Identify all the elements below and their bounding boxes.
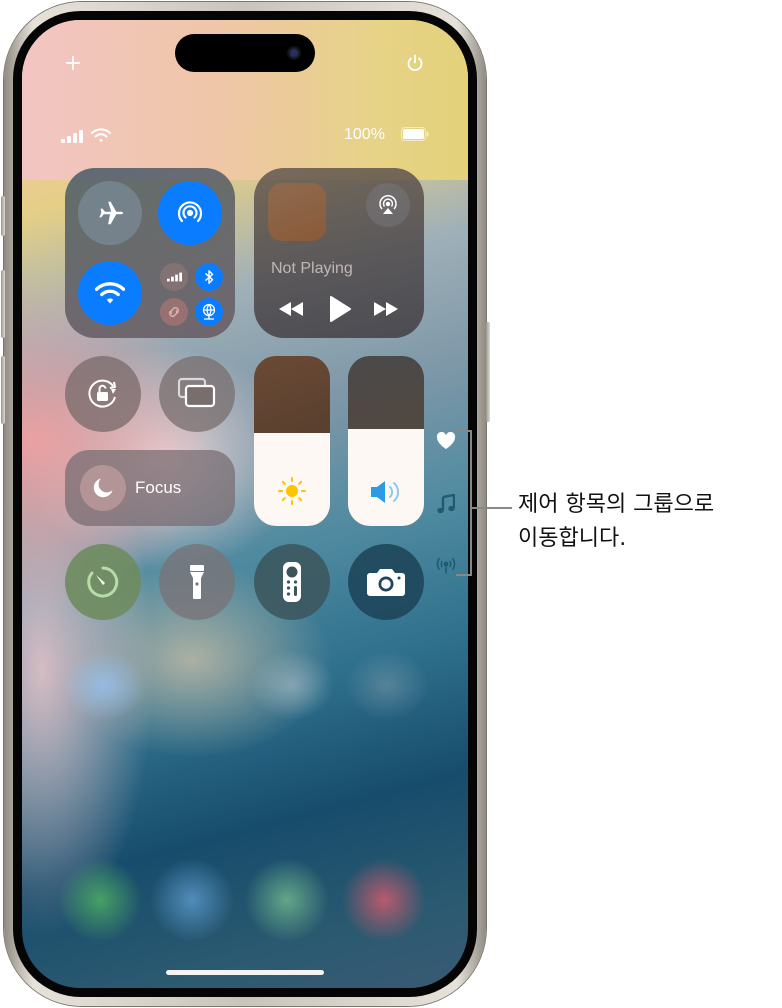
action-button (1, 196, 5, 236)
callout-bracket (456, 430, 472, 576)
rotation-lock-icon (88, 379, 116, 408)
volume-down-button (1, 356, 5, 424)
focus-label: Focus (135, 478, 182, 497)
volume-up-button (1, 270, 5, 338)
rewind-icon (279, 302, 303, 316)
play-button[interactable] (329, 296, 351, 327)
callout-line-1: 제어 항목의 그룹으로 (518, 492, 715, 517)
wifi-icon (95, 282, 125, 304)
airplay-audio-icon (379, 194, 397, 214)
bluetooth-button[interactable] (195, 263, 223, 291)
flashlight-button[interactable] (159, 544, 235, 620)
screen-mirroring-button[interactable] (159, 356, 235, 432)
airplane-mode-button[interactable] (78, 181, 142, 245)
airplane-icon (99, 201, 124, 225)
timer-button[interactable] (65, 544, 141, 620)
cellular-signal-icon (60, 128, 84, 144)
airplay-button[interactable] (366, 183, 410, 227)
callout-line (470, 507, 512, 509)
personal-hotspot-button[interactable] (160, 298, 188, 326)
vpn-network-button[interactable] (195, 298, 223, 326)
airdrop-icon (177, 201, 203, 223)
cellular-data-button[interactable] (160, 263, 188, 291)
timer-icon (87, 566, 119, 598)
battery-icon (400, 126, 430, 142)
control-center-screen: 100% Not Playing Focus (22, 20, 468, 988)
fast-forward-icon (374, 302, 398, 316)
connectivity-module (65, 168, 235, 338)
apple-tv-remote-button[interactable] (254, 544, 330, 620)
volume-slider[interactable] (348, 356, 424, 526)
focus-moon-circle (80, 465, 126, 511)
plus-icon[interactable] (62, 52, 84, 74)
flashlight-icon (190, 565, 204, 599)
speaker-volume-icon (371, 481, 400, 503)
orientation-lock-button[interactable] (65, 356, 141, 432)
home-indicator[interactable] (166, 970, 324, 975)
callout-text: 제어 항목의 그룹으로 이동합니다. (518, 488, 714, 556)
hotspot-link-icon (168, 306, 180, 318)
heart-icon[interactable] (434, 430, 458, 452)
focus-button[interactable]: Focus (65, 450, 235, 526)
tv-remote-icon (283, 562, 301, 602)
moon-icon (93, 478, 113, 498)
screen-mirroring-icon (177, 377, 216, 408)
wifi-icon (90, 126, 112, 144)
now-playing-status: Not Playing (271, 260, 353, 277)
airdrop-button[interactable] (158, 181, 222, 245)
cellular-signal-icon (166, 272, 182, 282)
front-camera (287, 46, 301, 60)
fast-forward-button[interactable] (373, 301, 399, 322)
dynamic-island (175, 34, 315, 72)
bluetooth-icon (204, 270, 214, 284)
callout-line-2: 이동합니다. (518, 526, 627, 551)
wifi-button[interactable] (78, 261, 142, 325)
sun-icon (278, 477, 306, 505)
side-button (486, 322, 490, 422)
globe-network-icon (202, 303, 216, 320)
play-icon (330, 296, 351, 322)
music-note-icon[interactable] (434, 492, 458, 516)
now-playing-module: Not Playing (254, 168, 424, 338)
camera-button[interactable] (348, 544, 424, 620)
brightness-slider[interactable] (254, 356, 330, 526)
camera-icon (367, 569, 405, 596)
power-icon[interactable] (404, 52, 426, 74)
battery-percentage: 100% (344, 126, 385, 143)
rewind-button[interactable] (278, 301, 304, 322)
album-art-placeholder (268, 183, 326, 241)
